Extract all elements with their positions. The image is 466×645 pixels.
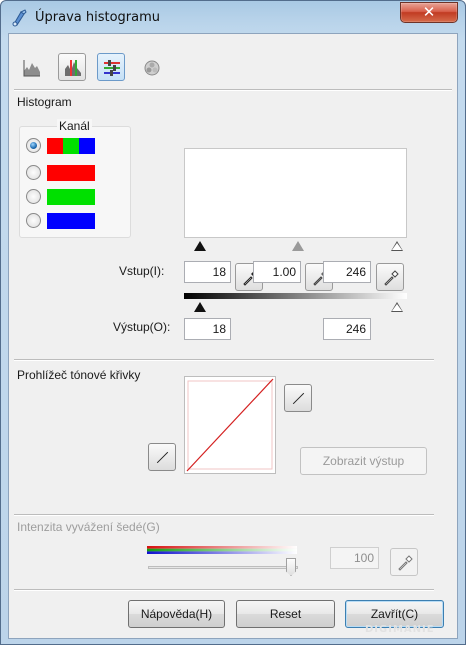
help-button[interactable]: Nápověda(H)	[128, 600, 225, 628]
input-shadow-field[interactable]: 18	[184, 261, 231, 283]
input-gamma-field[interactable]: 1.00	[253, 261, 301, 283]
histogram-section-label: Histogram	[17, 95, 72, 109]
histogram-tool-button[interactable]	[17, 53, 45, 81]
input-highlight-marker[interactable]	[391, 241, 403, 251]
tone-curve-input-button[interactable]	[148, 443, 176, 471]
channel-green-radio[interactable]	[26, 189, 41, 204]
output-label: Výstup(O):	[113, 320, 171, 334]
channel-rgb-swatch-red	[47, 138, 63, 154]
close-window-button[interactable]: ✕	[400, 2, 458, 23]
gray-balance-value-field[interactable]: 100	[330, 547, 379, 569]
output-gradient-bar	[184, 293, 407, 299]
gray-balance-eyedropper-button[interactable]	[390, 548, 418, 576]
close-icon: ✕	[422, 4, 436, 21]
window-title: Úprava histogramu	[35, 10, 161, 25]
divider	[14, 89, 452, 91]
show-output-button[interactable]: Zobrazit výstup	[300, 447, 427, 475]
color-adjust-tool-button[interactable]	[97, 53, 125, 81]
title-bar[interactable]: Úprava histogramu ✕	[1, 1, 465, 33]
histogram-display	[184, 148, 407, 238]
tone-curve-section-label: Prohlížeč tónové křivky	[17, 368, 141, 382]
gray-balance-spectrum	[147, 546, 297, 554]
dialog-window: Úprava histogramu ✕ Histogram Kanál Vstu…	[0, 0, 466, 645]
tone-curve-display	[184, 376, 276, 474]
divider	[14, 514, 434, 516]
highlight-eyedropper-button[interactable]	[376, 263, 404, 291]
output-highlight-marker[interactable]	[391, 302, 403, 312]
reset-button[interactable]: Reset	[236, 600, 335, 628]
channel-rgb-swatch-green	[63, 138, 79, 154]
gray-balance-slider-track[interactable]	[148, 566, 298, 569]
input-gamma-marker[interactable]	[292, 241, 304, 251]
gray-balance-label: Intenzita vyvážení šedé(G)	[17, 520, 160, 534]
channel-blue-swatch	[47, 213, 95, 229]
gray-balance-slider-thumb[interactable]	[286, 558, 296, 576]
color-wheel-icon	[144, 60, 160, 76]
tone-curve-graph	[186, 378, 274, 472]
dialog-body: Histogram Kanál Vstup(I): 18 1.00 246 Vý…	[8, 33, 458, 639]
tone-curve-output-button[interactable]	[284, 384, 312, 412]
histogram-adjust-icon	[65, 60, 81, 76]
channel-group-label: Kanál	[57, 119, 92, 133]
divider	[14, 589, 434, 591]
color-adjust-icon	[104, 60, 120, 76]
input-shadow-marker[interactable]	[194, 241, 206, 251]
channel-rgb-swatch-blue	[79, 138, 95, 154]
eyedropper-white-icon	[384, 270, 399, 286]
output-shadow-marker[interactable]	[194, 302, 206, 312]
app-icon	[12, 9, 27, 27]
watermark-logo: DIGIMANIE	[365, 624, 435, 635]
input-highlight-field[interactable]: 246	[323, 261, 371, 283]
histogram-adjust-tool-button[interactable]	[58, 53, 86, 81]
output-shadow-field[interactable]: 18	[184, 318, 231, 340]
divider	[14, 359, 434, 361]
channel-red-radio[interactable]	[26, 165, 41, 180]
channel-rgb-radio[interactable]	[26, 138, 41, 153]
channel-green-swatch	[47, 189, 95, 205]
histogram-icon	[23, 60, 40, 77]
color-wheel-tool-button[interactable]	[137, 53, 165, 81]
input-label: Vstup(I):	[119, 264, 165, 278]
channel-red-swatch	[47, 165, 95, 181]
eyedropper-icon	[398, 555, 413, 571]
channel-blue-radio[interactable]	[26, 213, 41, 228]
output-highlight-field[interactable]: 246	[323, 318, 371, 340]
